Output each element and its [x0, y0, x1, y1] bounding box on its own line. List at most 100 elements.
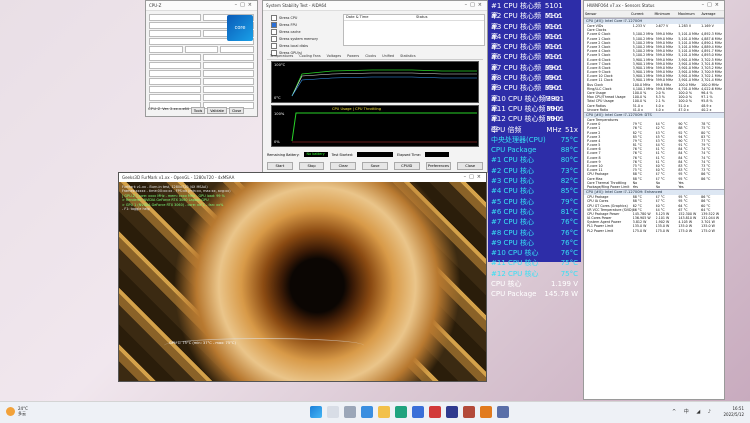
- osd-row: CPU 倍频 51x: [488, 125, 581, 135]
- stress-fpu-checkbox[interactable]: Stress FPU: [271, 22, 318, 28]
- tab-voltages[interactable]: Voltages: [327, 54, 341, 58]
- elapsed-label: Elapsed Time:: [397, 152, 421, 157]
- clock[interactable]: 16:51 2022/5/12: [723, 406, 744, 418]
- window-controls[interactable]: –□×: [464, 173, 484, 182]
- store-icon[interactable]: [412, 406, 424, 418]
- col-maximum[interactable]: Maximum: [677, 11, 701, 17]
- col-average[interactable]: Average: [701, 11, 725, 17]
- cpuz-field: [149, 62, 201, 69]
- task-view-icon[interactable]: [344, 406, 356, 418]
- cpuz-field: [202, 78, 254, 85]
- cpuz-field-row: [149, 86, 254, 93]
- taskbar: 24°C 多云 ^ 中 ◢ ♪ 16:51 2022/5/12: [0, 401, 750, 423]
- furmark-icon[interactable]: [480, 406, 492, 418]
- sensor-value: Yes: [632, 184, 638, 189]
- cpuz-window[interactable]: CPU-Z –□× core CPU-Z Ver. 2.xx.x.x64 Tool…: [145, 0, 258, 117]
- col-minimum[interactable]: Minimum: [654, 11, 678, 17]
- osd-label: #5 CPU 核心: [491, 197, 535, 206]
- sensor-value: 40.2 x: [701, 107, 712, 112]
- clear-button[interactable]: Clear: [330, 162, 357, 170]
- sensor-row[interactable]: PL2 Power Limit 175.0 W 175.0 W 175.0 W 175.…: [584, 229, 724, 233]
- system-tray[interactable]: ^ 中 ◢ ♪: [672, 408, 714, 415]
- stability-titlebar[interactable]: System Stability Test - AIDA64 –□×: [263, 1, 487, 11]
- close-button[interactable]: Close: [457, 162, 484, 170]
- tab-statistics[interactable]: Statistics: [400, 54, 416, 58]
- stability-test-window[interactable]: System Stability Test - AIDA64 –□× Stress…: [262, 0, 488, 173]
- hwinfo-sensor-list: CPU [#0]: Intel Core i7-12700H Core VIDs 1…: [584, 18, 724, 233]
- start-icon[interactable]: [310, 406, 322, 418]
- osd-value: 88°C: [560, 146, 578, 155]
- osd-row: #10 CPU 核心频率 3901 MHz: [488, 94, 581, 113]
- osd-value: 3901 MHz: [544, 84, 563, 103]
- tab-powers[interactable]: Powers: [347, 54, 359, 58]
- sensor-value: 175.0 W: [632, 228, 647, 233]
- close-button[interactable]: Close: [228, 107, 245, 114]
- window-controls[interactable]: –□×: [235, 1, 255, 10]
- osd-row: #2 CPU 核心 73°C: [488, 166, 581, 176]
- battery-label: Remaining Battery:: [267, 152, 300, 157]
- osd-label: #6 CPU 核心: [491, 207, 535, 216]
- window-controls[interactable]: –□×: [702, 1, 722, 10]
- validate-button[interactable]: Validate: [207, 107, 227, 114]
- osd-row: #9 CPU 核心频率 3901 MHz: [488, 83, 581, 103]
- osd-label: #12 CPU 核心频率: [491, 115, 546, 134]
- cpuz-field: [149, 94, 201, 101]
- mail-icon[interactable]: [429, 406, 441, 418]
- osd-value: 51x: [564, 125, 578, 134]
- furmark-window[interactable]: Geeks3D FurMark v1.xx - OpenGL - 1280x72…: [118, 172, 487, 382]
- osd-label: #4 CPU 核心频率: [491, 32, 542, 52]
- gpu-temp-readout: GPU 1: 75°C (min: 37°C - max: 75°C): [169, 341, 236, 345]
- search-icon[interactable]: [327, 406, 339, 418]
- osd-row: #12 CPU 核心 75°C: [488, 269, 581, 279]
- hwinfo-window[interactable]: HWiNFO64 v7.xx - Sensors Status –□× Senso…: [583, 0, 725, 400]
- osd-label: #10 CPU 核心: [491, 249, 539, 258]
- file-explorer-icon[interactable]: [378, 406, 390, 418]
- cpuz-titlebar[interactable]: CPU-Z –□×: [146, 1, 257, 11]
- stress-cache-checkbox[interactable]: Stress cache: [271, 29, 318, 35]
- tab-clocks[interactable]: Clocks: [365, 54, 376, 58]
- osd-value: 5101 MHz: [544, 32, 563, 52]
- tab-cooling-fans[interactable]: Cooling Fans: [299, 54, 320, 58]
- tab-temperatures[interactable]: Temperatures: [270, 54, 293, 58]
- stress-memory-checkbox[interactable]: Stress system memory: [271, 36, 318, 42]
- cpuz-icon[interactable]: [463, 406, 475, 418]
- window-controls[interactable]: –□×: [465, 1, 485, 10]
- clock-date: 2022/5/12: [723, 412, 744, 417]
- osd-value: 3901 MHz: [546, 104, 565, 124]
- edge-icon[interactable]: [395, 406, 407, 418]
- sensor-row[interactable]: Uncore Ratio 41.0 x 4.0 x 47.0 x 40.2 x: [584, 108, 724, 112]
- cpuid-button[interactable]: CPUID: [393, 162, 420, 170]
- osd-row: CPU Package 88°C: [488, 145, 581, 155]
- osd-value: 85°C: [560, 187, 578, 196]
- weather-text: 24°C 多云: [18, 406, 28, 416]
- tools-button[interactable]: Tools: [190, 107, 206, 114]
- sensor-row[interactable]: Package/Ring Power Limit Yes No Yes: [584, 185, 724, 189]
- widgets-icon[interactable]: [361, 406, 373, 418]
- sensor-name: Uncore Ratio: [587, 107, 609, 112]
- cpuz-field: [220, 46, 255, 53]
- osd-row: #11 CPU 核心 75°C: [488, 258, 581, 268]
- osd-row: #6 CPU 核心频率 5101 MHz: [488, 52, 581, 71]
- save-button[interactable]: Save: [362, 162, 388, 170]
- stop-button[interactable]: Stop: [298, 162, 325, 170]
- aida64-icon[interactable]: [446, 406, 458, 418]
- cpuz-field-row: [149, 62, 254, 69]
- osd-label: #11 CPU 核心: [491, 259, 539, 268]
- cpuz-field: [149, 86, 201, 93]
- furmark-info: FurMark v1.xx - Burn-in test, 1280x720 (…: [122, 185, 231, 211]
- col-current[interactable]: Current: [630, 11, 654, 17]
- stress-cpu-checkbox[interactable]: Stress CPU: [271, 15, 318, 21]
- temperature-lines: [291, 69, 477, 97]
- col-sensor[interactable]: Sensor: [584, 11, 630, 17]
- osd-label: #9 CPU 核心频率: [491, 84, 542, 103]
- osd-value: 76°C: [560, 249, 578, 258]
- stress-disks-checkbox[interactable]: Stress local disks: [271, 43, 318, 49]
- hwinfo-icon[interactable]: [497, 406, 509, 418]
- cpu-usage-graph: CPU Usage | CPU Throttling 100% 0%: [271, 105, 479, 147]
- preferences-button[interactable]: Preferences: [425, 162, 452, 170]
- start-button[interactable]: Start: [267, 162, 293, 170]
- weather-widget[interactable]: 24°C 多云: [6, 406, 28, 416]
- hwinfo-titlebar[interactable]: HWiNFO64 v7.xx - Sensors Status –□×: [584, 1, 724, 11]
- tab-unified[interactable]: Unified: [382, 54, 394, 58]
- osd-value: 5101 MHz: [544, 22, 563, 41]
